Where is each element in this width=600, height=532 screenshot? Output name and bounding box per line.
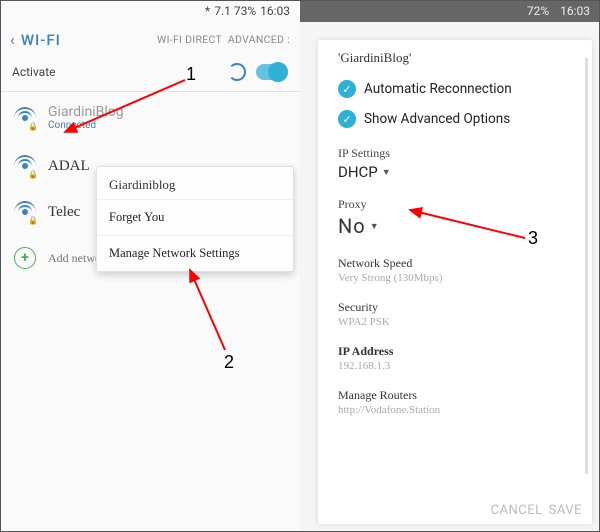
annotation-3: 3 xyxy=(528,228,538,249)
annotation-overlay xyxy=(0,0,600,532)
annotation-1: 1 xyxy=(186,64,196,85)
annotation-2: 2 xyxy=(224,352,234,373)
